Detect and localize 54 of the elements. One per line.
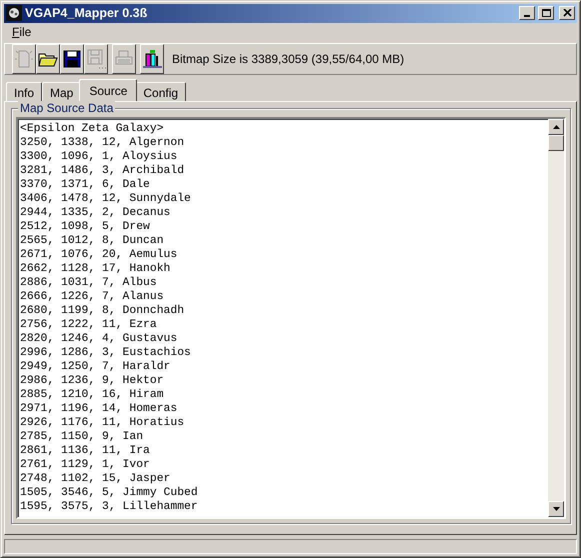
- down-arrow-icon: [552, 506, 560, 511]
- text-line: 2785, 1150, 9, Ian: [20, 430, 144, 444]
- text-line: 3370, 1371, 6, Dale: [20, 178, 150, 192]
- toolbar-button[interactable]: [140, 44, 164, 74]
- text-line: 2756, 1222, 11, Ezra: [20, 318, 157, 332]
- text-line: 3406, 1478, 12, Sunnydale: [20, 192, 191, 206]
- up-arrow-icon: [552, 124, 560, 129]
- text-line: <Epsilon Zeta Galaxy>: [20, 122, 164, 136]
- text-line: 2666, 1226, 7, Alanus: [20, 290, 164, 304]
- toolbar-button[interactable]: [60, 44, 84, 74]
- text-line: 2861, 1136, 11, Ira: [20, 444, 150, 458]
- text-line: 2512, 1098, 5, Drew: [20, 220, 150, 234]
- text-line: 1595, 3575, 3, Lillehammer: [20, 500, 198, 514]
- text-line: 1505, 3546, 5, Jimmy Cubed: [20, 486, 198, 500]
- text-line: 3281, 1486, 3, Archibald: [20, 164, 184, 178]
- new-file-icon: [13, 48, 35, 70]
- floppy-disk-icon: [85, 48, 107, 70]
- text-line: 2996, 1286, 3, Eustachios: [20, 346, 191, 360]
- text-line: 3250, 1338, 12, Algernon: [20, 136, 184, 150]
- window-title: VGAP4_Mapper 0.3ß: [25, 5, 148, 22]
- scroll-down-button[interactable]: [548, 500, 564, 517]
- tab[interactable]: Map: [42, 82, 82, 101]
- text-line: 2885, 1210, 16, Hiram: [20, 388, 164, 402]
- tab[interactable]: Info: [6, 82, 42, 101]
- text-line: 3300, 1096, 1, Aloysius: [20, 150, 178, 164]
- text-line: 2820, 1246, 4, Gustavus: [20, 332, 178, 346]
- scroll-thumb[interactable]: [548, 134, 564, 151]
- scroll-up-button[interactable]: [548, 118, 564, 135]
- menu-item[interactable]: File: [10, 22, 34, 41]
- tab[interactable]: Config: [135, 82, 186, 101]
- toolbar-button[interactable]: [36, 44, 60, 74]
- scrollbar[interactable]: [548, 118, 564, 517]
- text-line: 2761, 1129, 1, Ivor: [20, 458, 150, 472]
- group-title: Map Source Data: [18, 100, 116, 115]
- text-line: 2944, 1335, 2, Decanus: [20, 206, 170, 220]
- text-line: 2971, 1196, 14, Homeras: [20, 402, 178, 416]
- text-line: 2926, 1176, 11, Horatius: [20, 416, 184, 430]
- bitmap-size-text: Bitmap Size is 3389,3059 (39,55/64,00 MB): [172, 50, 404, 68]
- text-line: 2748, 1102, 15, Jasper: [20, 472, 170, 486]
- text-line: 2986, 1236, 9, Hektor: [20, 374, 164, 388]
- text-line: 2949, 1250, 7, Haraldr: [20, 360, 170, 374]
- app-icon: [6, 5, 22, 22]
- text-line: 2680, 1199, 8, Donnchadh: [20, 304, 184, 318]
- bars-icon: [141, 48, 163, 70]
- text-line: 2662, 1128, 17, Hanokh: [20, 262, 170, 276]
- close-icon: [562, 9, 572, 18]
- maximize-button[interactable]: [538, 6, 554, 20]
- text-line: 2671, 1076, 20, Aemulus: [20, 248, 178, 262]
- tab[interactable]: Source: [79, 78, 138, 101]
- text-line: 2886, 1031, 7, Albus: [20, 276, 157, 290]
- text-line: 2565, 1012, 8, Duncan: [20, 234, 164, 248]
- close-button[interactable]: [559, 6, 575, 20]
- minimize-button[interactable]: [519, 6, 535, 20]
- maximize-icon: [542, 9, 550, 18]
